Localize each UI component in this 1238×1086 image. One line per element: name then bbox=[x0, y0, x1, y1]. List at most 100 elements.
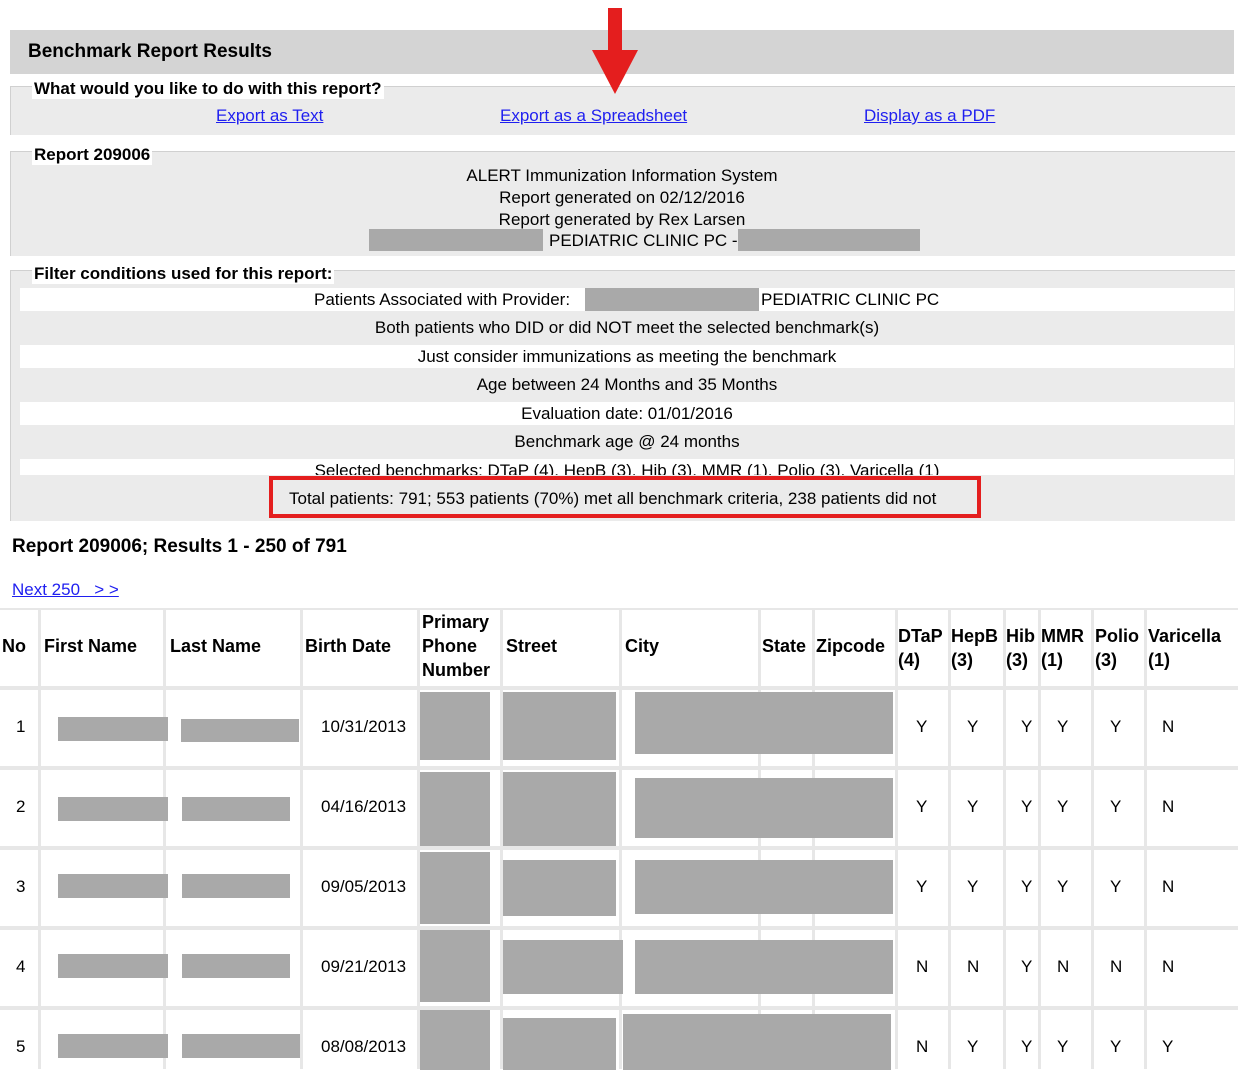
hepb-status: N bbox=[967, 957, 980, 976]
filter-row: Benchmark age @ 24 months bbox=[20, 430, 1234, 453]
mmr-status: Y bbox=[1057, 717, 1069, 736]
redacted-block bbox=[503, 772, 616, 846]
info-clinic-line: PEDIATRIC CLINIC PC - bbox=[549, 231, 738, 250]
varicella-status: N bbox=[1162, 717, 1175, 736]
redacted-block bbox=[738, 229, 920, 251]
redacted-block bbox=[181, 719, 299, 742]
col-header-hib[interactable]: Hib (3) bbox=[1006, 610, 1038, 686]
redacted-block bbox=[58, 797, 168, 821]
hepb-status: Y bbox=[967, 717, 979, 736]
row-number: 4 bbox=[16, 957, 26, 976]
col-header-polio[interactable]: Polio (3) bbox=[1094, 610, 1144, 686]
mmr-status: Y bbox=[1057, 877, 1069, 896]
redacted-block bbox=[182, 1034, 300, 1058]
col-header-varicella[interactable]: Varicella (1) bbox=[1147, 610, 1238, 686]
col-header-phone[interactable]: Primary Phone Number bbox=[420, 610, 500, 686]
col-header-mmr[interactable]: MMR (1) bbox=[1041, 610, 1091, 686]
table-cell bbox=[1147, 850, 1238, 926]
filter-row: Selected benchmarks: DTaP (4), HepB (3),… bbox=[20, 459, 1234, 475]
birth-date: 10/31/2013 bbox=[321, 717, 407, 736]
export-text-link[interactable]: Export as Text bbox=[216, 106, 323, 126]
col-header-state[interactable]: State bbox=[761, 610, 812, 686]
filter-row: Just consider immunizations as meeting t… bbox=[20, 345, 1234, 368]
col-header-birth-date[interactable]: Birth Date bbox=[303, 610, 417, 686]
col-header-city[interactable]: City bbox=[622, 610, 758, 686]
varicella-status: N bbox=[1162, 957, 1175, 976]
birth-date: 08/08/2013 bbox=[321, 1037, 407, 1056]
redacted-block bbox=[585, 288, 759, 311]
polio-status: Y bbox=[1110, 717, 1122, 736]
dtap-status: Y bbox=[916, 717, 928, 736]
next-page-link[interactable]: Next 250 > > bbox=[12, 580, 119, 600]
dtap-status: Y bbox=[916, 797, 928, 816]
redacted-block bbox=[635, 940, 893, 994]
annotation-highlight-box bbox=[269, 476, 981, 518]
redacted-block bbox=[503, 692, 616, 760]
annotation-arrow-shaft bbox=[608, 8, 622, 50]
col-header-hepb[interactable]: HepB (3) bbox=[951, 610, 1003, 686]
table-cell bbox=[1147, 690, 1238, 766]
redacted-block bbox=[503, 860, 616, 916]
report-info-heading: Report 209006 bbox=[32, 145, 153, 165]
col-header-street[interactable]: Street bbox=[503, 610, 619, 686]
redacted-block bbox=[58, 1034, 168, 1058]
redacted-block bbox=[503, 1018, 616, 1070]
annotation-arrow-icon bbox=[592, 50, 638, 94]
info-generated-date: Report generated on 02/12/2016 bbox=[499, 188, 745, 207]
row-number: 3 bbox=[16, 877, 26, 896]
row-number: 5 bbox=[16, 1037, 26, 1056]
redacted-block bbox=[420, 692, 490, 760]
redacted-block bbox=[182, 954, 290, 978]
polio-status: Y bbox=[1110, 877, 1122, 896]
col-header-no[interactable]: No bbox=[0, 610, 38, 686]
row-number: 1 bbox=[16, 717, 26, 736]
redacted-block bbox=[182, 797, 290, 821]
birth-date: 09/05/2013 bbox=[321, 877, 407, 896]
col-header-dtap[interactable]: DTaP (4) bbox=[898, 610, 948, 686]
dtap-status: N bbox=[916, 957, 929, 976]
filter-row: Evaluation date: 01/01/2016 bbox=[20, 402, 1234, 425]
hib-status: Y bbox=[1021, 717, 1033, 736]
varicella-status: Y bbox=[1162, 1037, 1174, 1056]
filter-row: Age between 24 Months and 35 Months bbox=[20, 373, 1234, 396]
varicella-status: N bbox=[1162, 797, 1175, 816]
redacted-block bbox=[623, 1014, 891, 1070]
table-cell bbox=[1147, 770, 1238, 846]
mmr-status: N bbox=[1057, 957, 1070, 976]
info-generated-by: Report generated by Rex Larsen bbox=[498, 210, 746, 229]
redacted-block bbox=[635, 778, 893, 838]
col-header-zipcode[interactable]: Zipcode bbox=[815, 610, 895, 686]
dtap-status: Y bbox=[916, 877, 928, 896]
filter-heading: Filter conditions used for this report: bbox=[32, 264, 335, 284]
export-spreadsheet-link[interactable]: Export as a Spreadsheet bbox=[500, 106, 687, 126]
birth-date: 04/16/2013 bbox=[321, 797, 407, 816]
mmr-status: Y bbox=[1057, 797, 1069, 816]
display-pdf-link[interactable]: Display as a PDF bbox=[864, 106, 995, 126]
filter-provider-clinic: PEDIATRIC CLINIC PC bbox=[761, 290, 940, 309]
row-number: 2 bbox=[16, 797, 26, 816]
hepb-status: Y bbox=[967, 797, 979, 816]
redacted-block bbox=[635, 860, 893, 914]
redacted-block bbox=[503, 940, 623, 994]
polio-status: N bbox=[1110, 957, 1123, 976]
redacted-block bbox=[635, 692, 893, 754]
filter-provider-label: Patients Associated with Provider: bbox=[314, 290, 571, 309]
redacted-block bbox=[58, 954, 168, 978]
mmr-status: Y bbox=[1057, 1037, 1069, 1056]
redacted-block bbox=[58, 874, 168, 898]
hib-status: Y bbox=[1021, 877, 1033, 896]
hib-status: Y bbox=[1021, 957, 1033, 976]
table-cell bbox=[1147, 1010, 1238, 1086]
redacted-block bbox=[420, 852, 490, 924]
col-header-last-name[interactable]: Last Name bbox=[166, 610, 300, 686]
polio-status: Y bbox=[1110, 1037, 1122, 1056]
filter-row: Both patients who DID or did NOT meet th… bbox=[20, 316, 1234, 339]
col-header-first-name[interactable]: First Name bbox=[41, 610, 163, 686]
redacted-block bbox=[369, 229, 543, 251]
table-cell bbox=[1147, 930, 1238, 1006]
filter-row-provider: Patients Associated with Provider: PEDIA… bbox=[20, 288, 1234, 311]
redacted-block bbox=[420, 930, 490, 1002]
hepb-status: Y bbox=[967, 877, 979, 896]
redacted-block bbox=[182, 874, 290, 898]
results-title: Report 209006; Results 1 - 250 of 791 bbox=[12, 536, 347, 557]
